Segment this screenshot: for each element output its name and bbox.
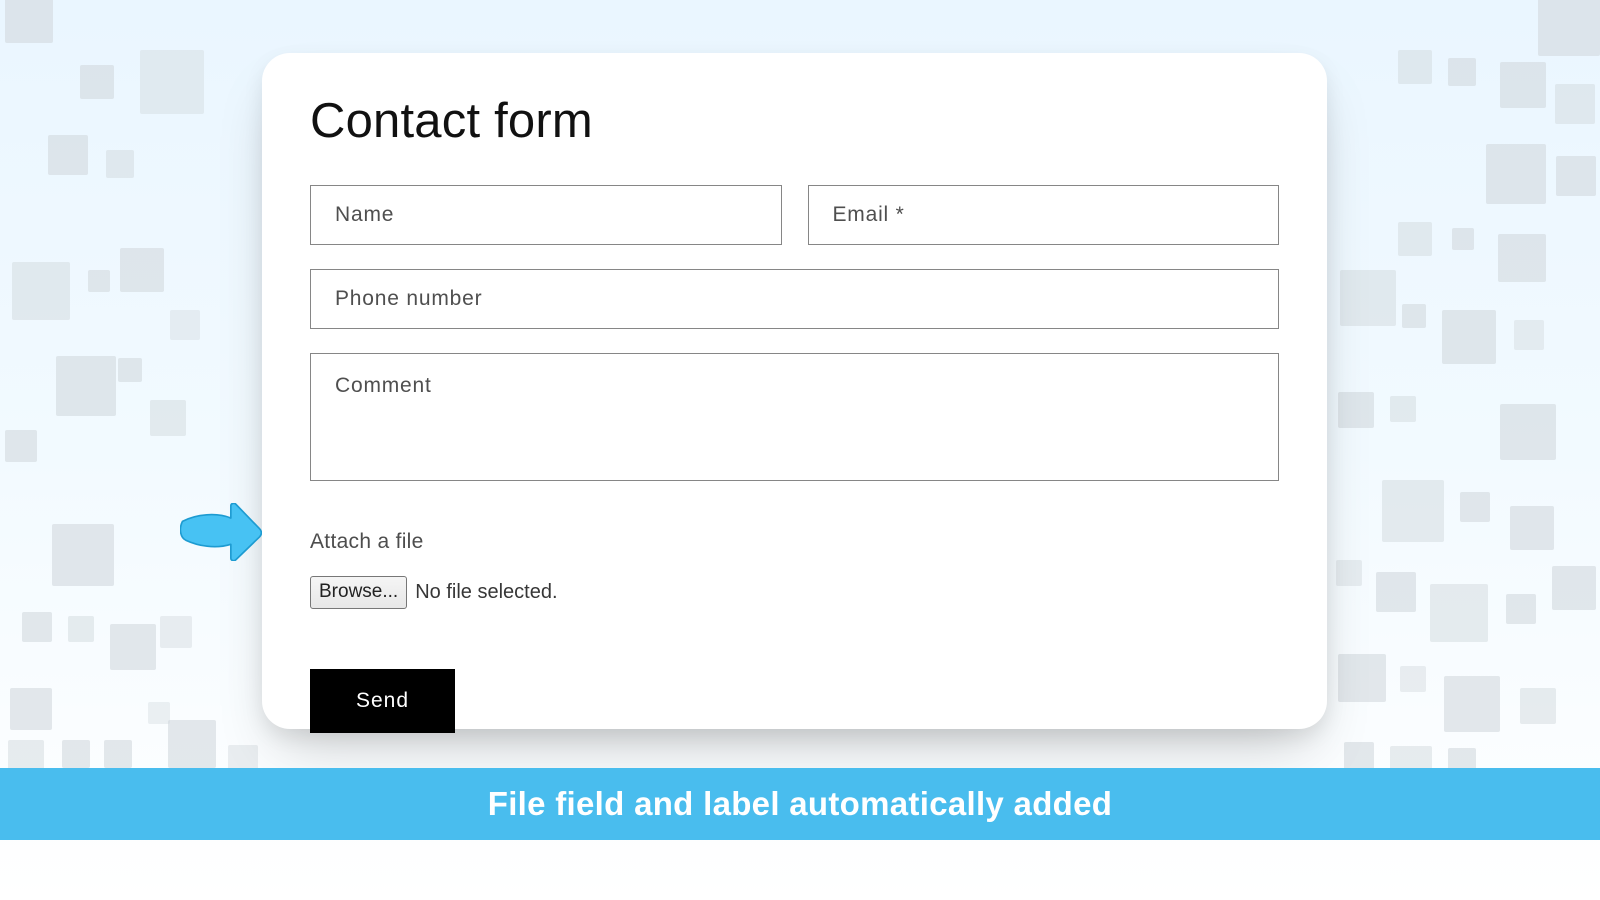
arrow-right-icon xyxy=(180,503,262,561)
name-field[interactable] xyxy=(310,185,782,245)
browse-button[interactable]: Browse... xyxy=(310,576,407,609)
row-name-email xyxy=(310,185,1279,245)
form-title: Contact form xyxy=(310,93,1279,149)
email-field[interactable] xyxy=(808,185,1280,245)
comment-field[interactable] xyxy=(310,353,1279,481)
page-stage: Contact form Attach a file Browse... No … xyxy=(0,0,1600,900)
contact-form-card: Contact form Attach a file Browse... No … xyxy=(262,53,1327,729)
file-input-row: Browse... No file selected. xyxy=(310,576,1279,609)
attach-file-label: Attach a file xyxy=(310,530,1279,554)
row-phone xyxy=(310,269,1279,329)
send-button[interactable]: Send xyxy=(310,669,455,733)
caption-banner: File field and label automatically added xyxy=(0,768,1600,840)
file-status-text: No file selected. xyxy=(415,581,557,604)
phone-field[interactable] xyxy=(310,269,1279,329)
caption-text: File field and label automatically added xyxy=(488,785,1112,823)
